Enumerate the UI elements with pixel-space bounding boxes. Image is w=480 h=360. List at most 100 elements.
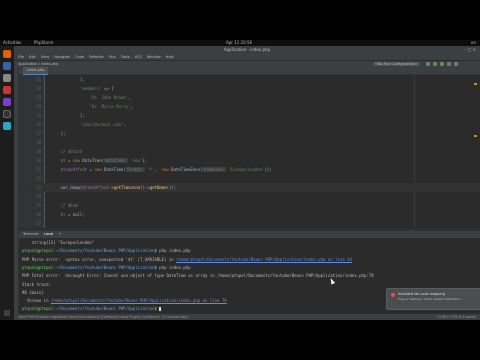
menu-run[interactable]: Run: [109, 55, 116, 59]
menu-vcs[interactable]: VCS: [135, 55, 142, 59]
window-title: Application - index.php: [223, 47, 271, 52]
code-token: ];: [51, 131, 66, 136]
code-line[interactable]: 24: [19, 192, 480, 201]
error-stripe-mark[interactable]: [474, 83, 477, 85]
menu-refactor[interactable]: Refactor: [89, 55, 104, 59]
code-token: $timeOffset: [60, 167, 88, 172]
debug-icon[interactable]: [433, 62, 437, 66]
notification-popup[interactable]: Installed ide-core-mapping Plug-in featu…: [386, 288, 480, 310]
editor-tab-bar: index.php: [19, 67, 480, 75]
code-token: 'Europe/London': [228, 167, 265, 172]
code-text: // $End: [51, 201, 78, 210]
code-line[interactable]: 16 'chair@school.com',: [19, 120, 480, 129]
code-token: timezone:: [202, 167, 227, 172]
code-line[interactable]: 15 ],: [19, 111, 480, 120]
terminal-text: $ php index.php: [154, 248, 191, 254]
code-text: var_dump($timeOffset->getTimezone()->get…: [51, 183, 177, 192]
line-number: 20: [36, 158, 41, 163]
code-line[interactable]: 23 var_dump($timeOffset->getTimezone()->…: [19, 183, 480, 192]
terminal-line: PHP Parse error: syntax error, unexpecte…: [22, 256, 477, 264]
code-text: 'members' => [: [51, 84, 114, 93]
menu-navigate[interactable]: Navigate: [54, 55, 70, 59]
run-icon[interactable]: [426, 62, 430, 66]
code-line[interactable]: 13 'Dr. John Brown',: [19, 93, 480, 102]
tab-index-php[interactable]: index.php: [23, 67, 49, 75]
code-line[interactable]: 21 $timeOffset = new DateTime(format: 'Y…: [19, 165, 480, 174]
code-text: 'chair@school.com',: [51, 120, 126, 129]
files-icon[interactable]: [3, 74, 11, 82]
file-link[interactable]: /home/ptopol/Documents/Youtube/Beans PHP…: [176, 257, 352, 262]
code-token: getName: [149, 185, 167, 190]
menu-tools[interactable]: Tools: [121, 55, 130, 59]
phpstorm-icon[interactable]: [3, 98, 11, 106]
terminal-text: #0 {main}: [22, 289, 44, 295]
line-number: 14: [36, 104, 41, 109]
menu-view[interactable]: View: [41, 55, 49, 59]
code-line[interactable]: 17 ];: [19, 129, 480, 138]
code-token: new: [72, 158, 83, 163]
code-token: ));: [264, 167, 272, 172]
code-token: var_dump: [60, 185, 80, 190]
code-text: ];: [51, 129, 66, 138]
code-line[interactable]: 18: [19, 138, 480, 147]
line-number: 22: [36, 176, 41, 181]
line-number: 12: [36, 86, 41, 91]
code-token: DateTime(: [104, 167, 126, 172]
menu-file[interactable]: File: [18, 55, 24, 59]
tab-terminal-local[interactable]: Local: [44, 232, 53, 236]
line-number: 25: [36, 203, 41, 208]
code-line[interactable]: 19 // $Start: [19, 147, 480, 156]
file-link[interactable]: /home/ptopol/Documents/Youtube/Beans PHP…: [51, 298, 227, 303]
stop-icon[interactable]: [447, 62, 451, 66]
code-text: $t = new DateTime(datetime: 'now');: [51, 156, 147, 165]
code-line[interactable]: 12 'members' => [: [19, 84, 480, 93]
code-token: 'chair@school.com': [79, 122, 124, 127]
code-line[interactable]: 22: [19, 174, 480, 183]
menu-edit[interactable]: Edit: [29, 55, 36, 59]
menu-help[interactable]: Help: [166, 55, 174, 59]
code-text: $timeOffset = new DateTime(format: 'Y', …: [51, 165, 272, 174]
line-number: 11: [36, 77, 41, 82]
code-token: ,: [123, 122, 126, 127]
code-line[interactable]: 25 // $End: [19, 201, 480, 210]
terminal-text: PHP Fatal error: Uncaught Error: Cannot …: [22, 273, 374, 279]
code-line[interactable]: 14 'Dr. Maria Perry',: [19, 102, 480, 111]
dock: [0, 46, 14, 320]
code-editor[interactable]: 11 ], 12 'members' => [13 'Dr. John Brown…: [19, 75, 480, 228]
line-number: 18: [36, 140, 41, 145]
code-line[interactable]: 26 $t = null;: [19, 210, 480, 219]
code-line[interactable]: 27: [19, 219, 480, 228]
window-controls[interactable]: – □ ×: [464, 48, 476, 52]
code-token: format:: [125, 167, 145, 172]
thunderbird-icon[interactable]: [3, 62, 11, 70]
line-number: 19: [36, 149, 41, 154]
coverage-icon[interactable]: [440, 62, 444, 66]
software-center-icon[interactable]: [3, 86, 11, 94]
code-token: new: [161, 167, 172, 172]
menu-window[interactable]: Window: [147, 55, 161, 59]
firefox-icon[interactable]: [3, 50, 11, 58]
status-info[interactable]: 23:58 LF UTF-8 4 spaces: [437, 314, 476, 320]
code-text: 'Dr. John Brown',: [51, 93, 131, 102]
code-token: 'now': [130, 158, 143, 163]
code-line[interactable]: 20 $t = new DateTime(datetime: 'now');: [19, 156, 480, 165]
error-stripe-mark[interactable]: [474, 135, 477, 137]
search-icon[interactable]: [454, 62, 458, 66]
settings-icon[interactable]: [3, 122, 11, 130]
notification-body: Plug-in features: Quick restart installa…: [398, 297, 461, 301]
terminal-text: Stack trace:: [22, 281, 51, 287]
status-message[interactable]: Some PHP functions registered (php.inst.…: [18, 314, 188, 320]
terminal-icon[interactable]: [3, 110, 11, 118]
code-token: // $Start: [60, 149, 83, 154]
menu-code[interactable]: Code: [75, 55, 84, 59]
window-titlebar[interactable]: Application - index.php – □ ×: [14, 46, 480, 54]
code-token: new: [94, 167, 105, 172]
run-config-select[interactable]: <No Run Configuration>: [372, 62, 420, 66]
code-line[interactable]: 11 ],: [19, 75, 480, 84]
show-apps-icon[interactable]: [4, 310, 10, 316]
new-terminal-button[interactable]: +: [58, 232, 61, 236]
